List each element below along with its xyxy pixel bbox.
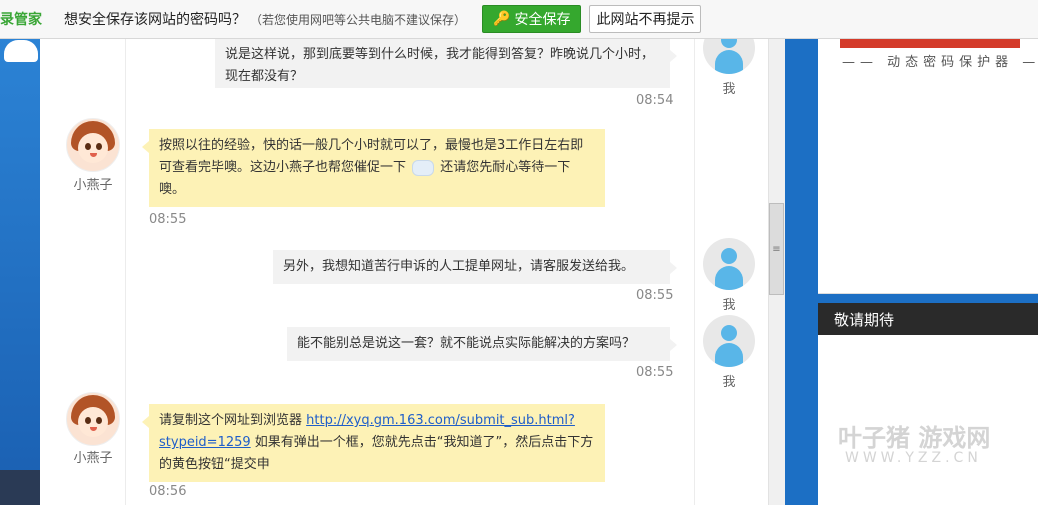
agent-avatar [66, 118, 120, 172]
key-icon: 🔑 [493, 11, 511, 27]
chat-bubble-me: 另外，我想知道苦行申诉的人工提单网址，请客服发送给我。 [273, 250, 677, 284]
background-left [0, 0, 40, 505]
message-text: 说是这样说，那到底要等到什么时候，我才能得到答复？昨晚说几个小时，现在都没有？ [225, 47, 655, 84]
agent-avatar [66, 392, 120, 446]
chat-bubble-agent: 请复制这个网址到浏览器 http://xyq.gm.163.com/submit… [142, 404, 605, 482]
save-password-note: （若您使用网吧等公共电脑不建议保存） [250, 12, 467, 27]
agent-name: 小燕子 [73, 178, 113, 193]
message-text: 另外，我想知道苦行申诉的人工提单网址，请客服发送给我。 [283, 259, 635, 274]
safe-save-label: 安全保存 [514, 12, 571, 28]
chat-bubble-agent: 按照以往的经验，快的话一般几个小时就可以了，最慢也是3工作日左右即可查看完毕噢。… [142, 129, 605, 207]
pending-title: 敬请期待 [818, 303, 1038, 335]
message-text: 能不能别总是说这一套？就不能说点实际能解决的方案吗？ [297, 336, 636, 351]
security-card [818, 38, 1038, 294]
safe-save-button[interactable]: 🔑 安全保存 [482, 5, 582, 33]
me-column-divider [694, 38, 695, 505]
chat-bubble-me: 说是这样说，那到底要等到什么时候，我才能得到答复？昨晚说几个小时，现在都没有？ [215, 38, 677, 88]
my-avatar [703, 315, 755, 367]
chat-scroll-thumb[interactable]: ≡ [769, 203, 784, 295]
my-name: 我 [722, 375, 736, 390]
chat-panel: 说是这样说，那到底要等到什么时候，我才能得到答复？昨晚说几个小时，现在都没有？ … [40, 38, 785, 505]
my-name: 我 [722, 82, 736, 97]
my-avatar [703, 238, 755, 290]
my-name: 我 [722, 298, 736, 313]
message-time: 08:54 [636, 93, 674, 108]
my-avatar [703, 38, 755, 74]
grip-icon: ≡ [772, 243, 781, 255]
cloud-decoration [4, 40, 38, 62]
agent-column-divider [125, 38, 126, 505]
message-time: 08:55 [636, 288, 674, 303]
background-corner [0, 470, 40, 505]
never-prompt-button[interactable]: 此网站不再提示 [589, 5, 702, 33]
chat-bubble-me: 能不能别总是说这一套？就不能说点实际能解决的方案吗？ [287, 327, 677, 361]
security-caption: —— 动态密码保护器 — [842, 55, 1038, 70]
message-time: 08:56 [149, 484, 187, 499]
agent-name: 小燕子 [73, 451, 113, 466]
message-time: 08:55 [149, 212, 187, 227]
watermark-logo: 叶子猪 游戏网 [838, 424, 991, 452]
bar-brand: 录管家 [0, 12, 42, 28]
message-text: 请复制这个网址到浏览器 [159, 413, 303, 428]
watermark-url: WWW.YZZ.CN [845, 450, 982, 466]
save-password-question: 想安全保存该网站的密码吗？ [64, 12, 246, 28]
emoji-icon [412, 159, 435, 176]
message-time: 08:55 [636, 365, 674, 380]
security-banner-strip [840, 38, 1020, 48]
password-save-bar: 录管家 想安全保存该网站的密码吗？ （若您使用网吧等公共电脑不建议保存） 🔑 安… [0, 0, 1038, 39]
